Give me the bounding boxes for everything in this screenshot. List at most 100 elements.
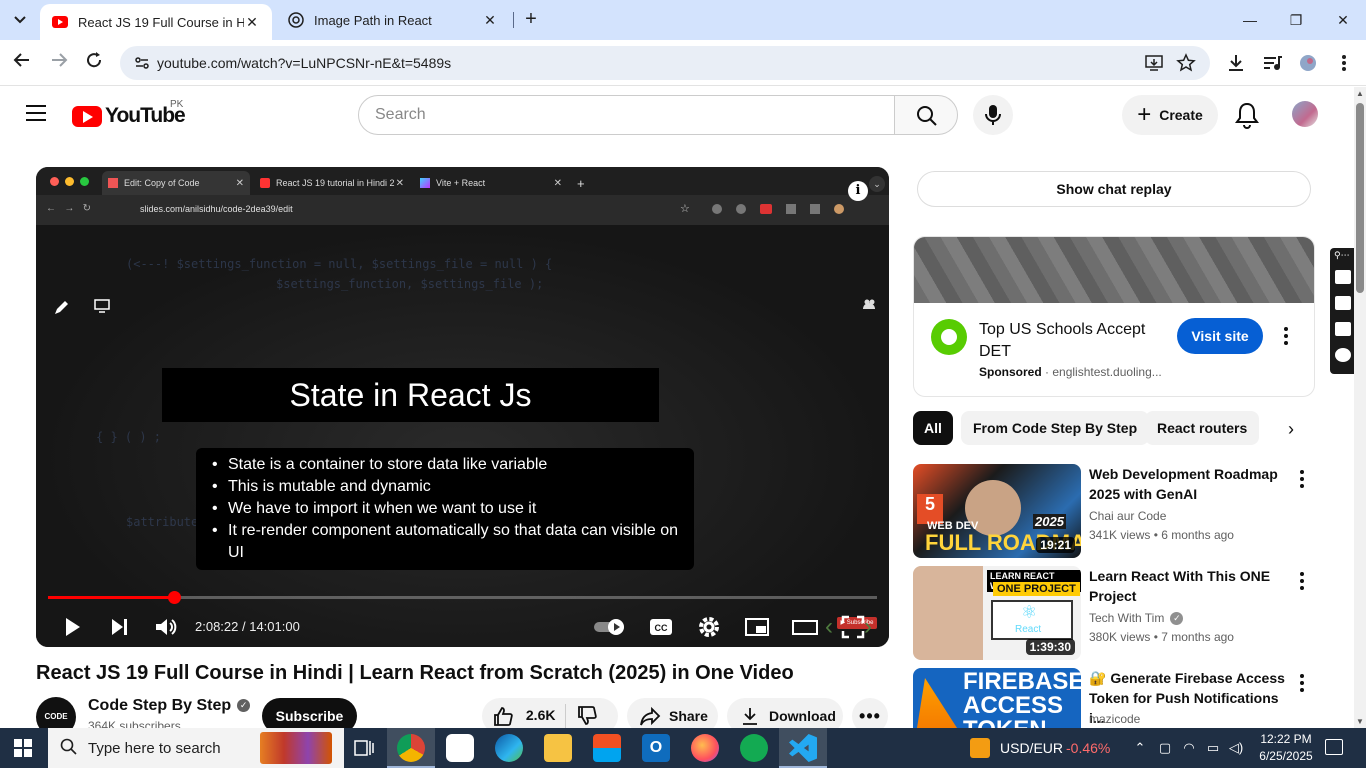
chrome-app-icon[interactable] (397, 734, 425, 762)
more-vertical-icon[interactable] (1300, 470, 1304, 488)
fullscreen-icon[interactable] (839, 613, 867, 641)
chevron-up-icon[interactable]: ⌃ (1132, 740, 1148, 756)
recommendation-item[interactable]: FIREBASE ACCESS TOKEN 🔐 Generate Firebas… (913, 668, 1313, 728)
task-view-icon[interactable] (350, 734, 378, 762)
settings-gear-icon[interactable] (1335, 348, 1351, 362)
chevron-down-icon[interactable]: ⌄ (869, 176, 885, 192)
notifications-bell-icon[interactable] (1234, 101, 1260, 129)
menu-icon[interactable] (26, 105, 46, 121)
miniplayer-icon[interactable] (743, 613, 771, 641)
edge-app-icon[interactable] (495, 734, 523, 762)
outlook-app-icon[interactable]: O (642, 734, 670, 762)
captions-icon[interactable]: CC (647, 613, 675, 641)
notification-center-icon[interactable] (1325, 739, 1343, 755)
volume-icon[interactable] (152, 613, 180, 641)
battery-icon[interactable]: ▭ (1205, 740, 1221, 756)
volume-icon[interactable]: ◁) (1228, 740, 1244, 756)
reload-icon[interactable] (82, 51, 106, 75)
recommendation-item[interactable]: 5 2025 WEB DEV FULL ROADMAP 19:21 Web De… (913, 464, 1313, 558)
copy-icon[interactable] (1335, 322, 1351, 336)
recommendation-item[interactable]: LEARN REACT WITH ONE PROJECT React ⚛ 1:3… (913, 566, 1313, 660)
close-tab-icon[interactable]: ✕ (244, 14, 260, 31)
more-vertical-icon[interactable] (1300, 572, 1304, 590)
install-app-icon[interactable] (1144, 53, 1164, 73)
like-button[interactable]: 2.6K (492, 705, 555, 727)
windows-start-icon[interactable] (14, 739, 32, 757)
chevron-right-icon[interactable]: › (1281, 419, 1301, 439)
back-icon[interactable] (10, 51, 34, 75)
presenter-face (913, 566, 983, 660)
file-explorer-icon[interactable] (544, 734, 572, 762)
dislike-button[interactable] (576, 705, 598, 727)
site-settings-icon[interactable] (134, 55, 150, 71)
scrollbar-thumb[interactable] (1356, 103, 1364, 293)
forex-widget-icon[interactable] (970, 738, 990, 758)
firefox-app-icon[interactable] (691, 734, 719, 762)
channel-name-row[interactable]: Code Step By Step ✓ (88, 697, 251, 715)
play-icon[interactable] (58, 613, 86, 641)
slack-app-icon[interactable] (446, 734, 474, 762)
info-icon[interactable]: i (848, 181, 868, 201)
ad-title[interactable]: Top US Schools Accept DET (979, 319, 1169, 363)
address-bar[interactable]: youtube.com/watch?v=LuNPCSNr-nE&t=5489s (120, 46, 1210, 80)
voice-search-button[interactable] (973, 95, 1013, 135)
theater-mode-icon[interactable] (791, 613, 819, 641)
next-icon[interactable] (105, 613, 133, 641)
wifi-icon[interactable]: ◠ (1181, 740, 1197, 756)
show-chat-replay-button[interactable]: Show chat replay (917, 171, 1311, 207)
upload-age: 7 months ago (1161, 630, 1234, 644)
progress-scrubber[interactable] (168, 591, 181, 604)
close-window-icon[interactable]: ✕ (1331, 8, 1355, 32)
more-vertical-icon[interactable] (1300, 674, 1304, 692)
downloads-icon[interactable] (1225, 52, 1247, 74)
channel-name[interactable]: Code Step By Step (88, 697, 231, 714)
chip-all[interactable]: All (913, 411, 953, 445)
recommendation-thumbnail[interactable]: FIREBASE ACCESS TOKEN (913, 668, 1081, 728)
recommendation-title[interactable]: Learn React With This ONE Project (1089, 566, 1289, 606)
profile-avatar-icon[interactable] (1297, 52, 1319, 74)
chrome-menu-icon[interactable] (1333, 52, 1355, 74)
microsoft-store-icon[interactable] (593, 734, 621, 762)
ad-more-icon[interactable] (1282, 327, 1290, 345)
forward-icon[interactable] (47, 51, 71, 75)
tab-youtube[interactable]: React JS 19 Full Course in Hindi ✕ (40, 4, 272, 40)
tab-search-icon[interactable] (6, 6, 34, 34)
account-avatar[interactable] (1292, 101, 1318, 127)
recommendation-channel[interactable]: Tech With Tim (1089, 611, 1164, 625)
media-control-icon[interactable] (1261, 52, 1283, 74)
chip-from-channel[interactable]: From Code Step By Step (961, 411, 1150, 445)
fx-pair[interactable]: USD/EUR (1000, 740, 1063, 756)
search-input[interactable]: Search (358, 95, 895, 135)
sponsored-ad-card[interactable]: Top US Schools Accept DET Sponsored · en… (913, 236, 1315, 397)
taskbar-clock[interactable]: 12:22 PM 6/25/2025 (1256, 731, 1316, 765)
camera-icon[interactable] (1335, 270, 1351, 284)
restore-icon[interactable]: ❐ (1284, 8, 1308, 32)
youtube-logo[interactable]: YouTube (72, 104, 186, 128)
search-button[interactable] (894, 95, 958, 135)
close-tab-icon[interactable]: ✕ (482, 12, 498, 29)
bookmark-star-icon[interactable] (1176, 53, 1196, 73)
recommendation-channel[interactable]: mazicode (1089, 712, 1140, 726)
autoplay-toggle-icon[interactable] (592, 613, 628, 641)
tab-image-path[interactable]: Image Path in React ✕ (276, 0, 510, 40)
visit-site-button[interactable]: Visit site (1177, 318, 1263, 354)
taskbar-search-input[interactable]: Type here to search (48, 728, 344, 768)
progress-played (48, 596, 174, 599)
video-player[interactable]: Edit: Copy of Code ✕ React JS 19 tutoria… (36, 167, 889, 647)
recommendation-title[interactable]: Web Development Roadmap 2025 with GenAI (1089, 464, 1289, 504)
create-button[interactable]: + Create (1122, 95, 1218, 135)
video-record-icon[interactable] (1335, 296, 1351, 310)
recommendation-thumbnail[interactable]: 5 2025 WEB DEV FULL ROADMAP 19:21 (913, 464, 1081, 558)
mongodb-compass-icon[interactable] (740, 734, 768, 762)
page-scrollbar[interactable]: ▲ ▼ (1354, 87, 1366, 728)
settings-gear-icon[interactable] (695, 613, 723, 641)
minimize-icon[interactable]: — (1238, 8, 1262, 32)
meet-now-icon[interactable]: ▢ (1157, 740, 1173, 756)
recommendation-channel[interactable]: Chai aur Code (1089, 509, 1166, 523)
recommendation-channel-row[interactable]: Tech With Tim ✓ (1089, 611, 1184, 626)
progress-bar[interactable] (48, 591, 877, 604)
chip-react-routers[interactable]: React routers (1145, 411, 1260, 445)
recommendation-thumbnail[interactable]: LEARN REACT WITH ONE PROJECT React ⚛ 1:3… (913, 566, 1081, 660)
new-tab-icon[interactable]: + (520, 8, 542, 32)
pin-icon[interactable]: ⚲⋯ (1334, 250, 1350, 261)
